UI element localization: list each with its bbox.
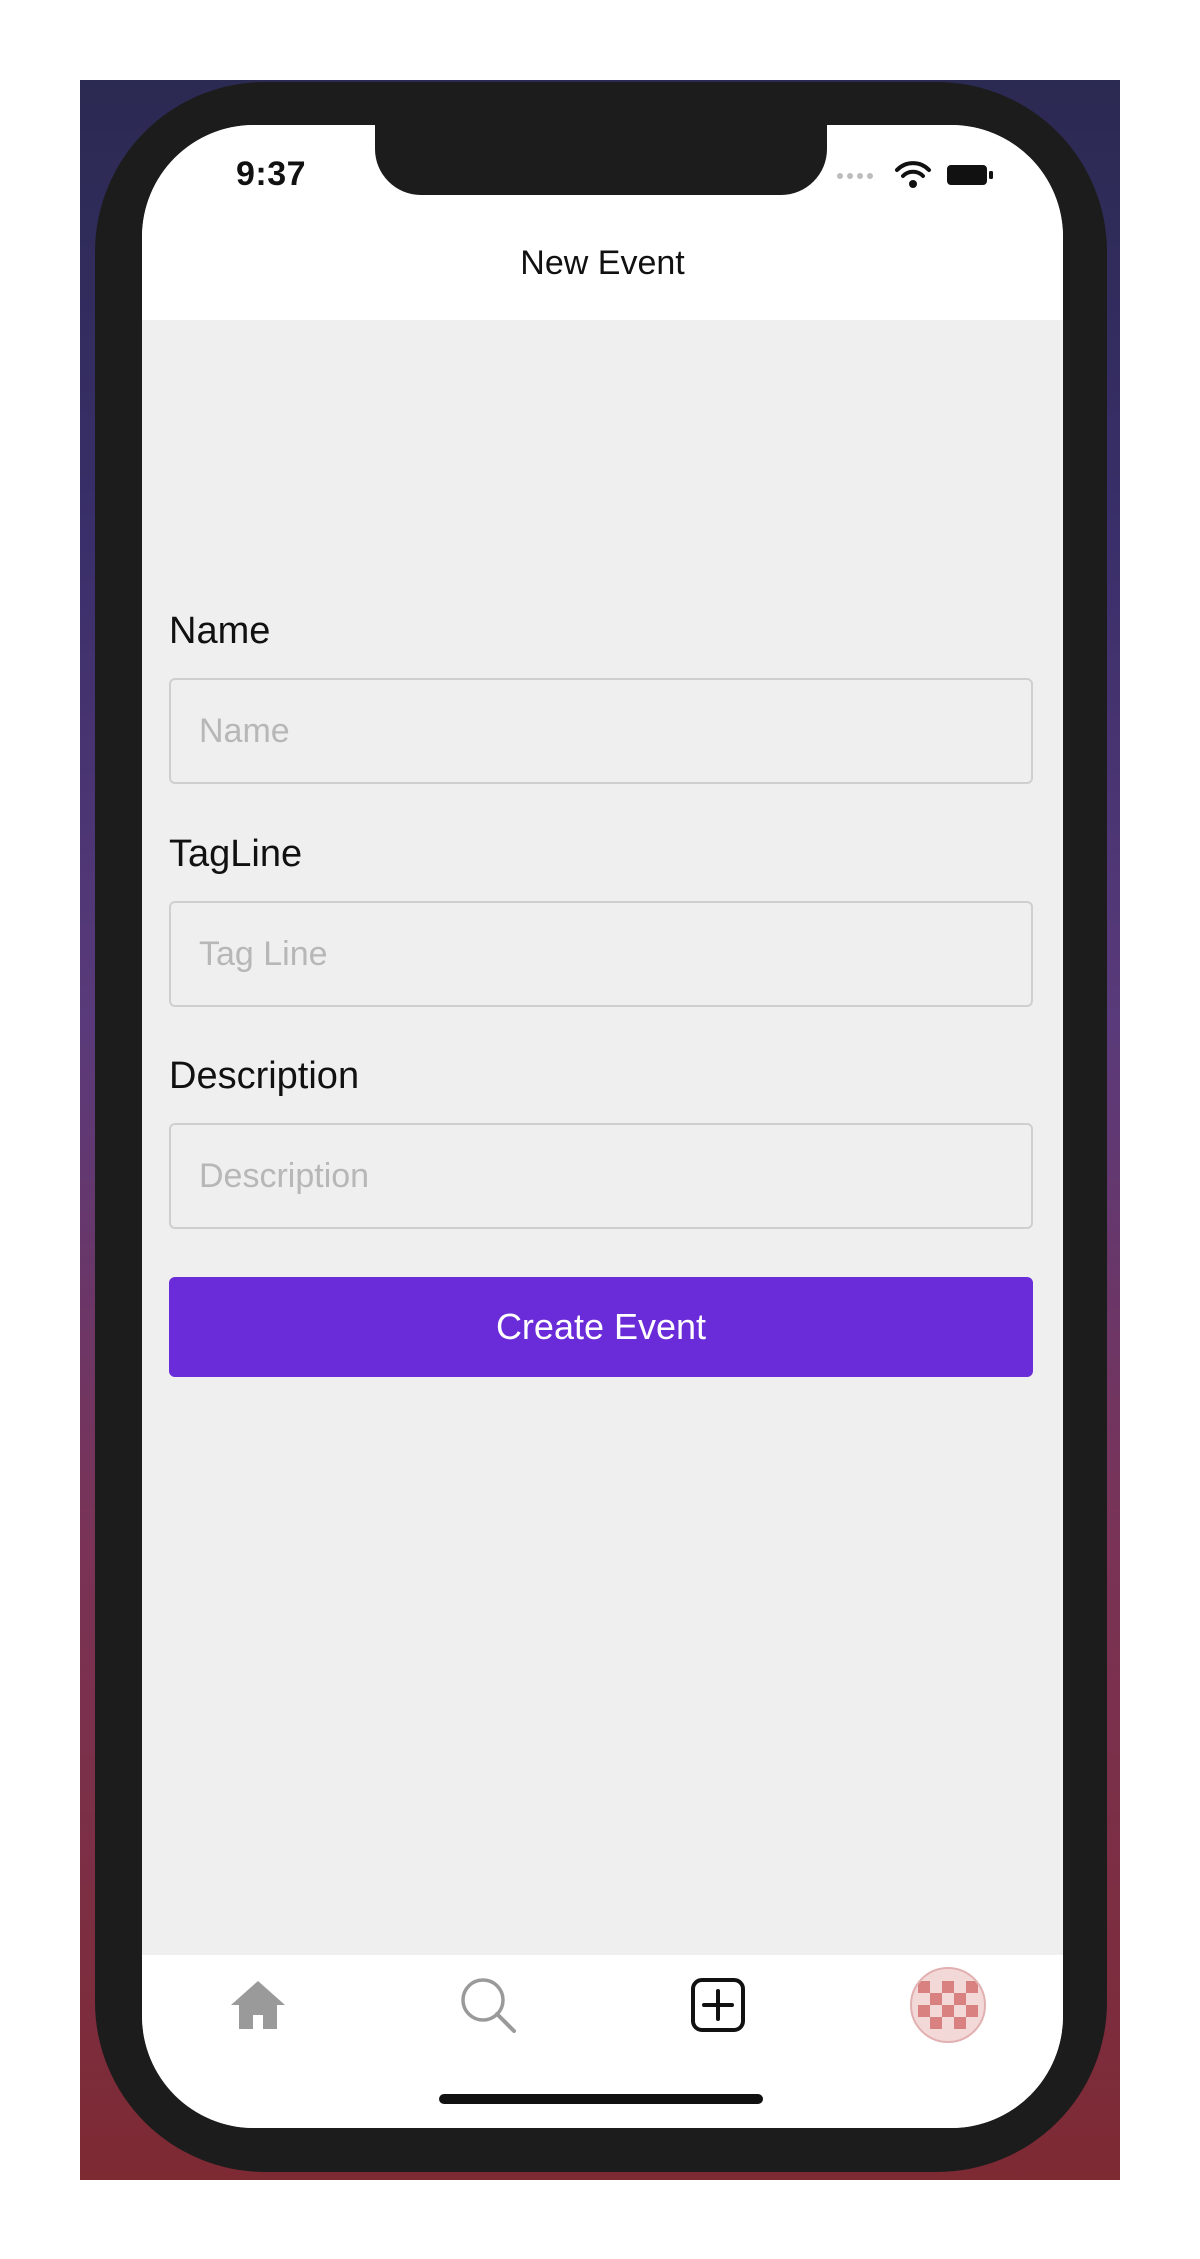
tab-home[interactable] (218, 1965, 298, 2045)
search-icon (461, 1978, 516, 2033)
description-input[interactable] (169, 1123, 1033, 1229)
name-input[interactable] (169, 678, 1033, 784)
page-title: New Event (520, 244, 685, 282)
tagline-input[interactable] (169, 901, 1033, 1007)
home-indicator (439, 2094, 763, 2104)
phone-notch (375, 125, 827, 195)
navigation-header: New Event (142, 225, 1063, 320)
cellular-signal-icon (837, 173, 877, 179)
app-screen: 9:37 New Event Name TagLine Description … (142, 125, 1063, 2128)
home-icon (231, 1981, 285, 2029)
name-label: Name (169, 610, 271, 652)
tagline-label: TagLine (169, 833, 303, 875)
tab-bar (142, 1955, 1063, 2128)
battery-icon (947, 165, 993, 185)
add-square-icon (691, 1978, 745, 2032)
create-event-button[interactable]: Create Event (169, 1277, 1033, 1377)
wifi-icon (895, 161, 931, 188)
status-time: 9:37 (236, 155, 307, 193)
description-label: Description (169, 1055, 360, 1097)
tab-search[interactable] (448, 1965, 528, 2045)
tab-profile[interactable] (908, 1965, 988, 2045)
stage: 9:37 New Event Name TagLine Description … (0, 0, 1200, 2259)
tab-new-event[interactable] (678, 1965, 758, 2045)
profile-avatar (910, 1967, 986, 2043)
